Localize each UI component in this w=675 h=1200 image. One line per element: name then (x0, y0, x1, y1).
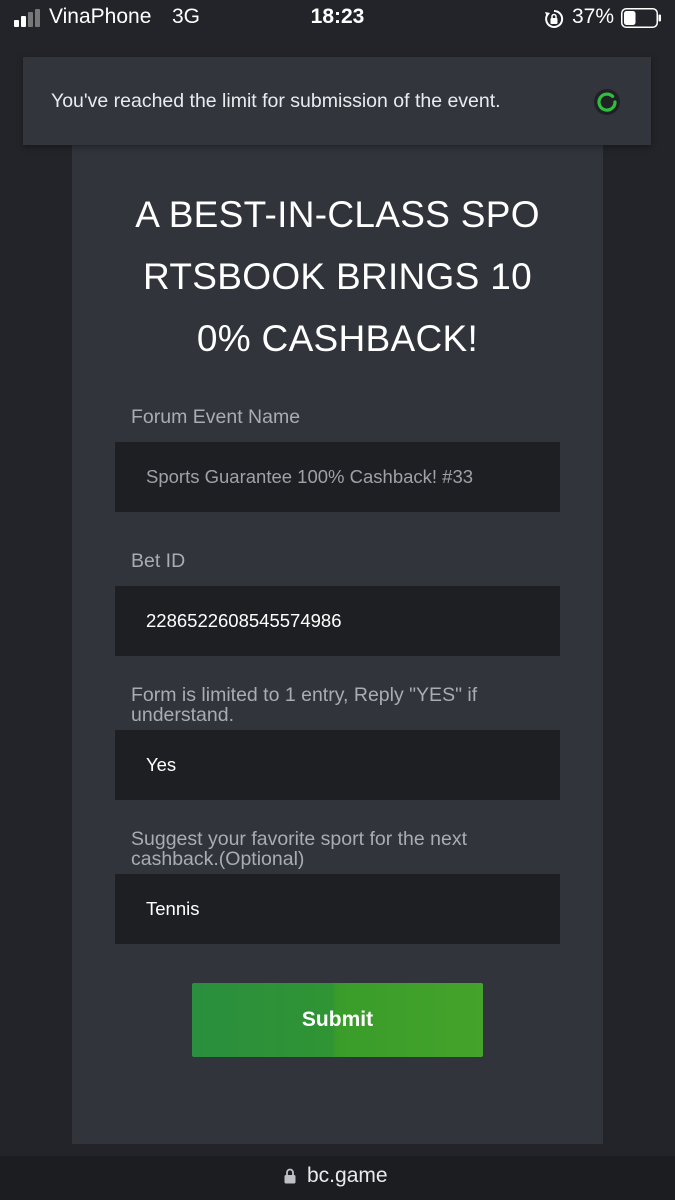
battery-percent: 37% (572, 5, 615, 28)
rotation-lock-icon (545, 9, 564, 28)
headline-line: 0% CASHBACK! (196, 318, 479, 359)
event-name-label: Forum Event Name (131, 406, 301, 428)
browser-address-bar[interactable]: bc.game (0, 1156, 675, 1200)
label-line: cashback.(Optional) (131, 848, 305, 870)
battery-icon (621, 8, 661, 28)
bet-id-label: Bet ID (131, 550, 186, 572)
confirm-yes-field[interactable]: Yes (115, 730, 560, 800)
label-line: Suggest your favorite sport for the next (131, 828, 468, 850)
event-form-card: A BEST-IN-CLASS SPO RTSBOOK BRINGS 10 0%… (72, 140, 603, 1144)
limit-notification: You've reached the limit for submission … (23, 57, 651, 145)
lock-icon (284, 1168, 296, 1184)
favorite-sport-field[interactable]: Tennis (115, 874, 560, 944)
label-line: understand. (131, 704, 234, 726)
notification-message: You've reached the limit for submission … (51, 90, 501, 112)
event-name-field[interactable]: Sports Guarantee 100% Cashback! #33 (115, 442, 560, 512)
form-headline: A BEST-IN-CLASS SPO RTSBOOK BRINGS 10 0%… (72, 184, 603, 370)
favorite-sport-label: Suggest your favorite sport for the next… (131, 829, 551, 869)
entry-limit-label: Form is limited to 1 entry, Reply "YES" … (131, 685, 551, 725)
loading-spinner-icon (594, 89, 620, 115)
headline-line: RTSBOOK BRINGS 10 (143, 256, 532, 297)
bet-id-field[interactable]: 2286522608545574986 (115, 586, 560, 656)
headline-line: A BEST-IN-CLASS SPO (135, 194, 540, 235)
label-line: Form is limited to 1 entry, Reply "YES" … (131, 684, 478, 706)
url-text[interactable]: bc.game (307, 1164, 388, 1188)
status-bar: VinaPhone 3G 18:23 37% (0, 0, 675, 40)
submit-button[interactable]: Submit (192, 983, 483, 1057)
